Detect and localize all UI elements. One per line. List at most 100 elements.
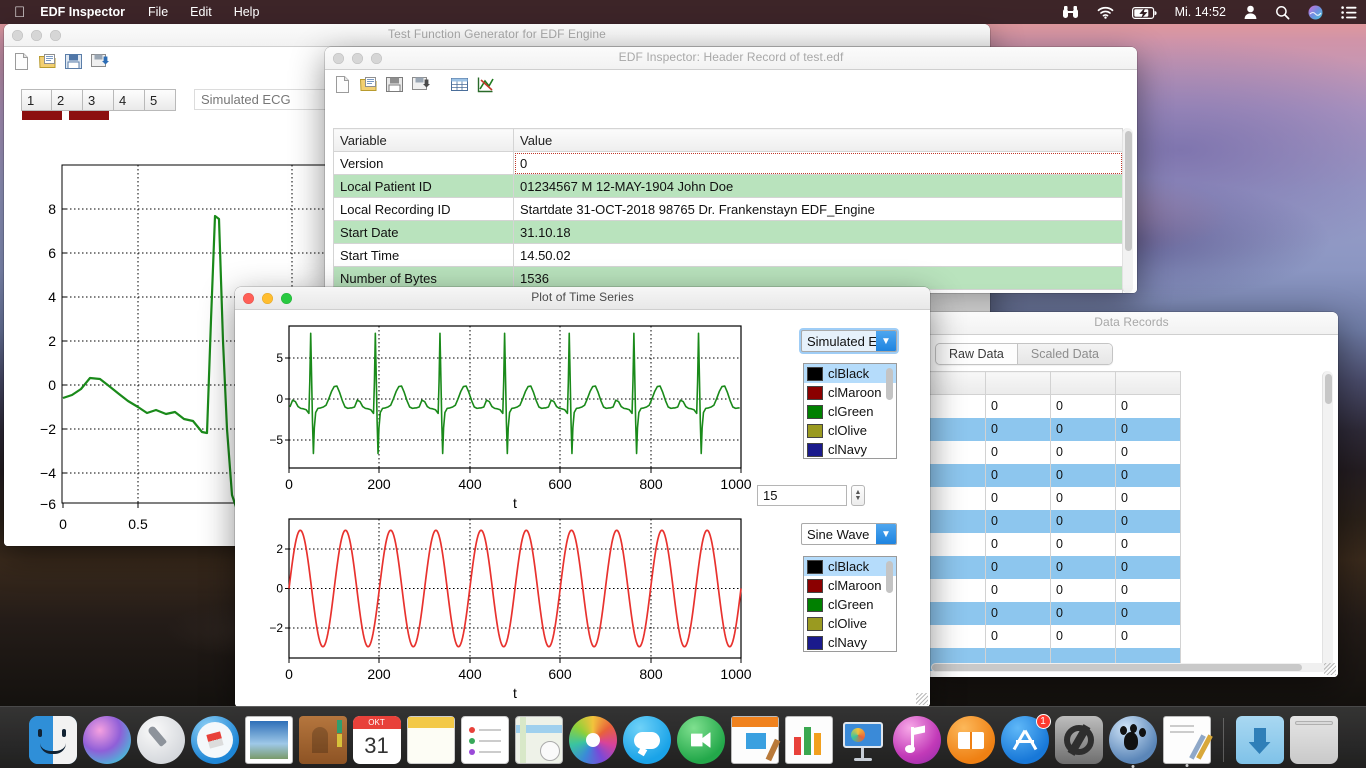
table-row[interactable]: Start Date31.10.18 <box>334 221 1123 244</box>
data-horizontal-scrollbar[interactable] <box>931 663 1327 672</box>
header-titlebar[interactable]: EDF Inspector: Header Record of test.edf <box>325 47 1137 70</box>
color-item-clnavy[interactable]: clNavy <box>804 633 896 652</box>
binoculars-icon[interactable] <box>1053 5 1088 20</box>
color-item-clolive[interactable]: clOlive <box>804 614 896 633</box>
table-row[interactable]: 000 <box>925 510 1181 533</box>
column-header-4[interactable] <box>1116 372 1181 395</box>
chevron-down-icon[interactable]: ▼ <box>876 331 896 351</box>
data-records-window[interactable]: Data Records Raw Data Scaled Data ave 00… <box>925 312 1338 677</box>
cell-value[interactable]: 31.10.18 <box>514 221 1123 244</box>
color-item-clnavy[interactable]: clNavy <box>804 440 896 459</box>
color-item-clgreen[interactable]: clGreen <box>804 402 896 421</box>
color-list-scrollbar[interactable] <box>886 368 893 400</box>
dock-item-appstore[interactable]: 1 <box>1001 716 1049 764</box>
channel-tab-2[interactable]: 2 <box>52 89 83 111</box>
dock-item-messages[interactable] <box>623 716 671 764</box>
color-item-clmaroon[interactable]: clMaroon <box>804 576 896 595</box>
spin-buttons[interactable]: ▲▼ <box>851 485 865 506</box>
column-header-2[interactable] <box>986 372 1051 395</box>
table-row[interactable]: Local Recording IDStartdate 31-OCT-2018 … <box>334 198 1123 221</box>
wifi-icon[interactable] <box>1088 5 1123 19</box>
apple-logo-icon[interactable]:  <box>0 5 38 20</box>
dock-item-lazarus[interactable] <box>1109 716 1157 764</box>
open-folder-icon[interactable] <box>38 52 57 71</box>
table-row[interactable]: 000 <box>925 395 1181 418</box>
dock-item-numbers[interactable] <box>785 716 833 764</box>
plot-chart-icon[interactable] <box>476 75 495 94</box>
channel-tab-3[interactable]: 3 <box>83 89 114 111</box>
cell-value[interactable]: 0 <box>514 152 1123 175</box>
notification-center-icon[interactable] <box>1332 5 1366 19</box>
user-icon[interactable] <box>1235 5 1266 20</box>
points-spin-edit[interactable]: ▲▼ <box>757 485 865 506</box>
table-row[interactable]: 000 <box>925 533 1181 556</box>
siri-icon[interactable] <box>1299 4 1332 19</box>
save-as-icon[interactable] <box>411 75 430 94</box>
chevron-down-icon[interactable]: ▼ <box>876 524 896 544</box>
dock-item-system-preferences[interactable] <box>1055 716 1103 764</box>
cell-value[interactable]: 01234567 M 12-MAY-1904 John Doe <box>514 175 1123 198</box>
table-row[interactable]: 000 <box>925 441 1181 464</box>
table-row[interactable]: 000 <box>925 487 1181 510</box>
battery-charging-icon[interactable] <box>1123 5 1166 19</box>
dock-item-facetime[interactable] <box>677 716 725 764</box>
top-series-combo[interactable]: Simulated EC ▼ <box>801 330 897 352</box>
table-row[interactable]: 000 <box>925 556 1181 579</box>
table-row[interactable]: 000 <box>925 625 1181 648</box>
color-item-clgreen[interactable]: clGreen <box>804 595 896 614</box>
data-records-titlebar[interactable]: Data Records <box>925 312 1338 335</box>
new-file-icon[interactable] <box>333 75 352 94</box>
generator-titlebar[interactable]: Test Function Generator for EDF Engine <box>4 24 990 47</box>
data-tabs[interactable]: Raw Data Scaled Data <box>935 343 1113 365</box>
dock[interactable]: OKT 31 <box>0 706 1366 768</box>
cell-value[interactable]: Startdate 31-OCT-2018 98765 Dr. Frankens… <box>514 198 1123 221</box>
color-list-scrollbar[interactable] <box>886 561 893 593</box>
tab-raw-data[interactable]: Raw Data <box>936 344 1018 364</box>
column-header-3[interactable] <box>1051 372 1116 395</box>
column-header-wave[interactable]: ave <box>925 372 986 395</box>
channel-tab-1[interactable]: 1 <box>21 89 52 111</box>
scrollbar-thumb[interactable] <box>932 664 1302 671</box>
tab-scaled-data[interactable]: Scaled Data <box>1018 344 1112 364</box>
save-disk-icon[interactable] <box>385 75 404 94</box>
data-vertical-scrollbar[interactable] <box>1322 371 1333 669</box>
channel-tab-strip[interactable]: 1 2 3 4 5 <box>21 89 176 111</box>
table-row[interactable]: 000 <box>925 418 1181 441</box>
save-as-icon[interactable] <box>90 52 109 71</box>
color-item-clmaroon[interactable]: clMaroon <box>804 383 896 402</box>
dock-item-trash[interactable] <box>1290 716 1338 764</box>
resize-grip[interactable] <box>1324 663 1336 675</box>
dock-item-keynote[interactable] <box>839 716 887 764</box>
channel-tab-4[interactable]: 4 <box>114 89 145 111</box>
plot-of-time-series-window[interactable]: Plot of Time Series 50−5 <box>235 287 930 707</box>
dock-item-launchpad[interactable] <box>137 716 185 764</box>
table-row[interactable]: 000 <box>925 602 1181 625</box>
dock-item-ibooks[interactable] <box>947 716 995 764</box>
table-row[interactable]: Local Patient ID01234567 M 12-MAY-1904 J… <box>334 175 1123 198</box>
dock-item-notes[interactable] <box>407 716 455 764</box>
dock-item-itunes[interactable] <box>893 716 941 764</box>
dock-item-textedit[interactable] <box>1163 716 1211 764</box>
new-file-icon[interactable] <box>12 52 31 71</box>
menu-file[interactable]: File <box>137 5 179 19</box>
table-row[interactable]: Start Time14.50.02 <box>334 244 1123 267</box>
dock-item-downloads-folder[interactable] <box>1236 716 1284 764</box>
dock-item-finder[interactable] <box>29 716 77 764</box>
scrollbar-thumb[interactable] <box>1125 131 1132 251</box>
cell-value[interactable]: 14.50.02 <box>514 244 1123 267</box>
scrollbar-thumb[interactable] <box>1325 374 1332 404</box>
dock-item-reminders[interactable] <box>461 716 509 764</box>
menu-help[interactable]: Help <box>223 5 271 19</box>
dock-item-maps[interactable] <box>515 716 563 764</box>
color-item-clblack[interactable]: clBlack <box>804 364 896 383</box>
column-header-variable[interactable]: Variable <box>334 129 514 152</box>
column-header-value[interactable]: Value <box>514 129 1123 152</box>
spin-down-icon[interactable]: ▼ <box>855 496 862 502</box>
save-disk-icon[interactable] <box>64 52 83 71</box>
table-row[interactable]: 000 <box>925 579 1181 602</box>
dock-item-safari[interactable] <box>191 716 239 764</box>
dock-item-photos[interactable] <box>569 716 617 764</box>
color-item-clblack[interactable]: clBlack <box>804 557 896 576</box>
menubar-clock[interactable]: Mi. 14:52 <box>1166 5 1235 19</box>
plot-titlebar[interactable]: Plot of Time Series <box>235 287 930 310</box>
